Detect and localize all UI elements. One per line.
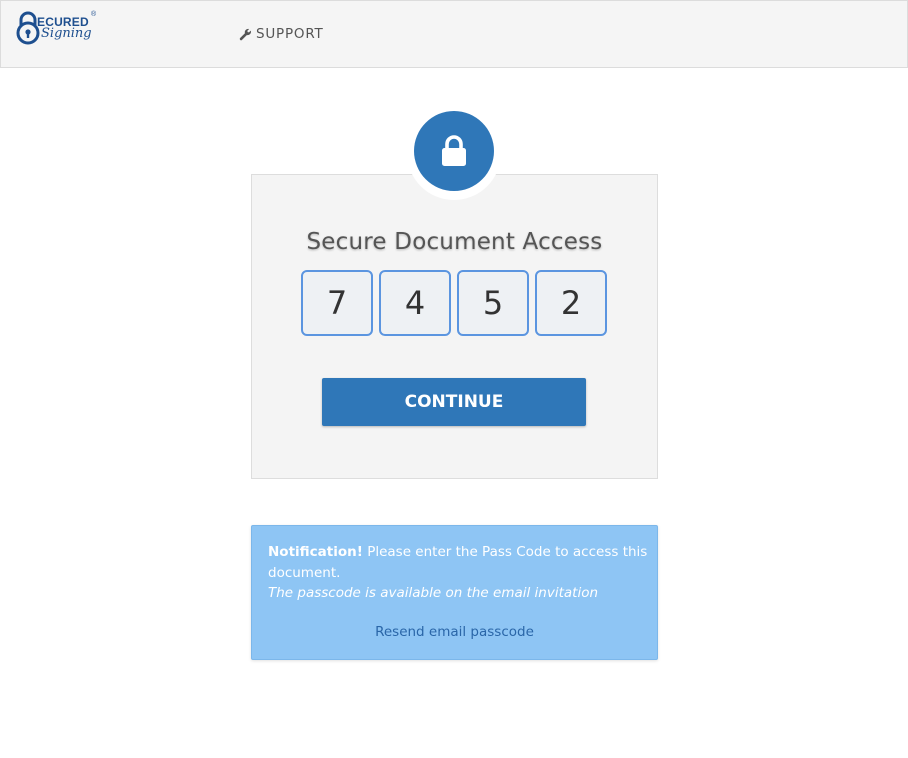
support-link[interactable]: SUPPORT [239,26,324,42]
lock-icon [442,135,466,166]
card-title: Secure Document Access [306,229,603,255]
passcode-digit-4[interactable]: 2 [535,270,607,336]
continue-button[interactable]: CONTINUE [322,378,586,426]
secured-signing-logo[interactable]: ECURED Signing ® [15,9,99,49]
support-label: SUPPORT [256,26,324,42]
wrench-icon [239,28,252,41]
lock-circle [414,111,494,191]
passcode-inputs: 7 4 5 2 [301,270,607,336]
notification-hint: The passcode is available on the email i… [268,585,599,601]
notification-label: Notification! [268,544,363,560]
document-access-card: Secure Document Access 7 4 5 2 CONTINUE [251,174,658,479]
passcode-digit-3[interactable]: 5 [457,270,529,336]
resend-passcode-link[interactable]: Resend email passcode [252,624,657,640]
passcode-digit-1[interactable]: 7 [301,270,373,336]
top-navbar: ECURED Signing ® SUPPORT [0,0,908,68]
lock-badge [407,106,501,200]
logo-text-signing: Signing [41,26,92,41]
notification-alert: Notification! Please enter the Pass Code… [251,525,658,660]
logo-registered-mark: ® [91,11,97,18]
notification-message: Notification! Please enter the Pass Code… [268,542,648,584]
passcode-digit-2[interactable]: 4 [379,270,451,336]
